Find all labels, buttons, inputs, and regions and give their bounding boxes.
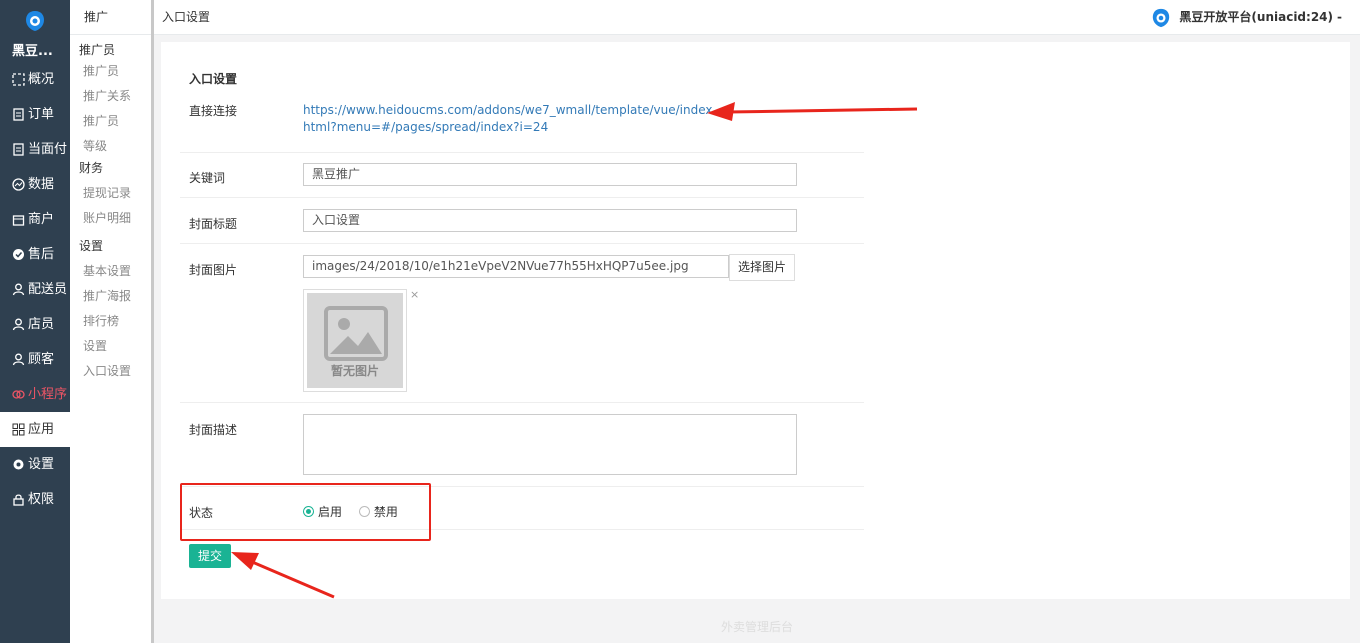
- courier-icon: [12, 283, 25, 296]
- brand-name: 黑豆...: [12, 44, 53, 59]
- highlight-box: [180, 483, 431, 541]
- sidebar-item-label: 当面付: [28, 142, 68, 157]
- keyword-input[interactable]: 黑豆推广: [303, 163, 797, 186]
- sidebar-item-courier[interactable]: 配送员: [0, 272, 70, 307]
- image-placeholder-icon: [324, 306, 388, 361]
- data-icon: [12, 178, 25, 191]
- row-keyword: 关键词 黑豆推广: [180, 153, 864, 198]
- sidebar-item-clerk[interactable]: 店员: [0, 307, 70, 342]
- subnav-link-relation[interactable]: 推广关系: [70, 84, 151, 109]
- breadcrumb: 入口设置: [162, 10, 211, 24]
- sidebar-item-label: 商户: [28, 212, 55, 227]
- sidebar-item-pay[interactable]: 当面付: [0, 132, 70, 167]
- submit-button[interactable]: 提交: [189, 544, 231, 568]
- choose-image-button[interactable]: 选择图片: [729, 254, 796, 281]
- platform-logo-icon: [1153, 8, 1170, 27]
- subnav-group-promoter: 推广员: [79, 43, 116, 57]
- brand[interactable]: 黑豆...: [0, 0, 70, 62]
- sidebar-item-label: 配送员: [28, 282, 68, 297]
- sidebar-item-customer[interactable]: 顾客: [0, 342, 70, 377]
- sidebar-item-label: 小程序: [28, 387, 68, 402]
- subnav-group-settings: 设置: [79, 239, 104, 253]
- subnav-link-withdraw[interactable]: 提现记录: [70, 181, 151, 206]
- brand-logo-icon: [26, 11, 44, 31]
- cover-desc-label: 封面描述: [189, 423, 238, 437]
- account-menu[interactable]: 黑豆开放平台(uniacid:24) -: [1151, 0, 1342, 35]
- sidebar-item-label: 设置: [28, 457, 55, 472]
- row-cover-image: 封面图片 images/24/2018/10/e1h21eVpeV2NVue77…: [180, 244, 864, 403]
- sidebar-item-data[interactable]: 数据: [0, 167, 70, 202]
- sidebar-item-label: 概况: [28, 72, 55, 87]
- account-name: 黑豆开放平台(uniacid:24): [1179, 10, 1334, 24]
- no-image-text: 暂无图片: [330, 364, 379, 378]
- sidebar-item-label: 应用: [28, 422, 55, 437]
- subnav-head[interactable]: 推广: [70, 0, 151, 35]
- remove-image-icon[interactable]: ×: [410, 288, 419, 301]
- sidebar-item-store[interactable]: 商户: [0, 202, 70, 237]
- row-cover-title: 封面标题 入口设置: [180, 198, 864, 244]
- sidebar-item-label: 顾客: [28, 352, 55, 367]
- cover-desc-textarea[interactable]: [303, 414, 797, 475]
- row-direct-link: 直接连接 https://www.heidoucms.com/addons/we…: [180, 92, 864, 153]
- order-icon: [12, 108, 25, 121]
- cover-title-input[interactable]: 入口设置: [303, 209, 797, 232]
- customer-icon: [12, 353, 25, 366]
- row-cover-desc: 封面描述: [180, 403, 864, 487]
- clerk-icon: [12, 318, 25, 331]
- sidebar-item-apps[interactable]: 应用: [0, 412, 70, 447]
- cover-image-input[interactable]: images/24/2018/10/e1h21eVpeV2NVue77h55Hx…: [303, 255, 729, 278]
- sidebar-item-label: 权限: [28, 492, 55, 507]
- main-sidebar: 黑豆... 概况订单当面付数据商户售后配送员店员顾客小程序应用设置权限: [0, 0, 70, 643]
- aftersale-icon: [12, 248, 25, 261]
- store-icon: [12, 213, 25, 226]
- pay-icon: [12, 143, 25, 156]
- sidebar-item-miniprogram[interactable]: 小程序: [0, 377, 70, 412]
- direct-link[interactable]: https://www.heidoucms.com/addons/we7_wma…: [303, 102, 723, 136]
- overview-icon: [12, 73, 25, 86]
- apps-icon: [12, 423, 25, 436]
- cover-title-label: 封面标题: [189, 217, 238, 231]
- sidebar-item-label: 订单: [28, 107, 55, 122]
- sidebar-item-label: 售后: [28, 247, 55, 262]
- sidebar-item-aftersale[interactable]: 售后: [0, 237, 70, 272]
- sub-sidebar: 推广 推广员 推广员 推广关系 推广员等级 财务 提现记录 账户明细 设置 基本…: [70, 0, 154, 643]
- subnav-link-ranking[interactable]: 排行榜设置: [70, 309, 130, 359]
- cover-image-control: images/24/2018/10/e1h21eVpeV2NVue77h55Hx…: [303, 254, 823, 400]
- keyword-label: 关键词: [189, 171, 226, 185]
- sidebar-item-label: 数据: [28, 177, 55, 192]
- subnav-link-poster[interactable]: 推广海报: [70, 284, 151, 309]
- footer: 外卖管理后台: [720, 620, 793, 634]
- sidebar-item-order[interactable]: 订单: [0, 97, 70, 132]
- subnav-link-entry[interactable]: 入口设置: [70, 359, 151, 384]
- sidebar-item-lock[interactable]: 权限: [0, 482, 70, 517]
- sidebar-item-gear[interactable]: 设置: [0, 447, 70, 482]
- lock-icon: [12, 493, 25, 506]
- miniprogram-icon: [12, 388, 25, 401]
- cover-image-label: 封面图片: [189, 263, 238, 277]
- section-title: 入口设置: [189, 72, 238, 86]
- subnav-link-promoter[interactable]: 推广员: [70, 59, 151, 84]
- gear-icon: [12, 458, 25, 471]
- subnav-link-level[interactable]: 推广员等级: [70, 109, 130, 159]
- top-bar: 入口设置 黑豆开放平台(uniacid:24) -: [154, 0, 1360, 35]
- subnav-link-basic[interactable]: 基本设置: [70, 259, 151, 284]
- image-preview: 暂无图片: [303, 289, 407, 392]
- subnav-link-account[interactable]: 账户明细: [70, 206, 151, 231]
- sidebar-item-label: 店员: [28, 317, 55, 332]
- direct-link-label: 直接连接: [189, 104, 238, 118]
- sidebar-item-overview[interactable]: 概况: [0, 62, 70, 97]
- account-caret: -: [1337, 10, 1342, 24]
- subnav-group-finance: 财务: [79, 161, 104, 175]
